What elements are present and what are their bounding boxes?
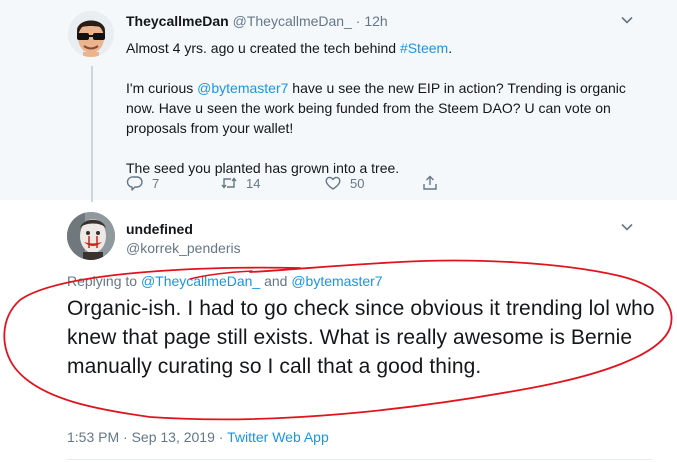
parent-handle[interactable]: @TheycallmeDan_ xyxy=(233,13,352,29)
parent-actions: 7 14 50 xyxy=(126,174,456,196)
reply-tweet-text: Organic-ish. I had to go check since obv… xyxy=(67,297,655,378)
parent-tweet-text: Almost 4 yrs. ago u created the tech beh… xyxy=(126,38,646,178)
reply-button[interactable]: 7 xyxy=(126,174,159,192)
like-icon xyxy=(325,176,341,190)
parent-header: TheycallmeDan @TheycallmeDan_ · 12h xyxy=(126,13,388,29)
thread-line xyxy=(91,66,93,202)
mention-link[interactable]: @bytemaster7 xyxy=(291,273,382,289)
chevron-down-icon[interactable] xyxy=(619,219,635,235)
parent-paragraph-2: I'm curious @bytemaster7 have u see the … xyxy=(126,78,646,138)
parent-display-name[interactable]: TheycallmeDan xyxy=(126,13,229,29)
retweet-count: 14 xyxy=(246,175,261,191)
chevron-down-icon[interactable] xyxy=(619,12,635,28)
replying-to-label: Replying to xyxy=(67,273,141,289)
mention-link[interactable]: @TheycallmeDan_ xyxy=(141,273,260,289)
hashtag-link[interactable]: #Steem xyxy=(400,40,448,56)
avatar-sunglasses-icon xyxy=(68,11,114,57)
parent-line1: Almost 4 yrs. ago u created the tech beh… xyxy=(126,38,646,58)
text-segment: . xyxy=(448,40,453,56)
retweet-icon xyxy=(221,177,237,189)
source-link[interactable]: Twitter Web App xyxy=(227,429,329,445)
text-segment: Almost 4 yrs. ago u created the tech beh… xyxy=(126,40,400,56)
divider xyxy=(67,459,652,460)
reply-avatar[interactable] xyxy=(67,212,115,260)
tweet-timestamp: 1:53 PM · Sep 13, 2019 · Twitter Web App xyxy=(67,429,329,445)
reply-display-name[interactable]: undefined xyxy=(126,221,193,237)
timestamp-text[interactable]: 1:53 PM · Sep 13, 2019 · xyxy=(67,429,227,445)
parent-time[interactable]: 12h xyxy=(364,13,387,29)
like-button[interactable]: 50 xyxy=(324,174,364,192)
reply-handle[interactable]: @korrek_penderis xyxy=(126,240,241,256)
mention-link[interactable]: @bytemaster7 xyxy=(197,80,288,96)
share-icon xyxy=(423,175,437,190)
share-button[interactable] xyxy=(421,174,447,192)
replying-to: Replying to @TheycallmeDan_ and @bytemas… xyxy=(67,273,383,289)
text-segment: I'm curious xyxy=(126,80,198,96)
reply-count: 7 xyxy=(152,175,160,191)
separator-dot: · xyxy=(355,13,361,29)
like-count: 50 xyxy=(350,175,365,191)
parent-avatar[interactable] xyxy=(68,11,114,57)
avatar-clown-icon xyxy=(67,212,115,260)
reply-icon xyxy=(126,176,143,191)
and-label: and xyxy=(260,273,292,289)
retweet-button[interactable]: 14 xyxy=(220,174,260,192)
